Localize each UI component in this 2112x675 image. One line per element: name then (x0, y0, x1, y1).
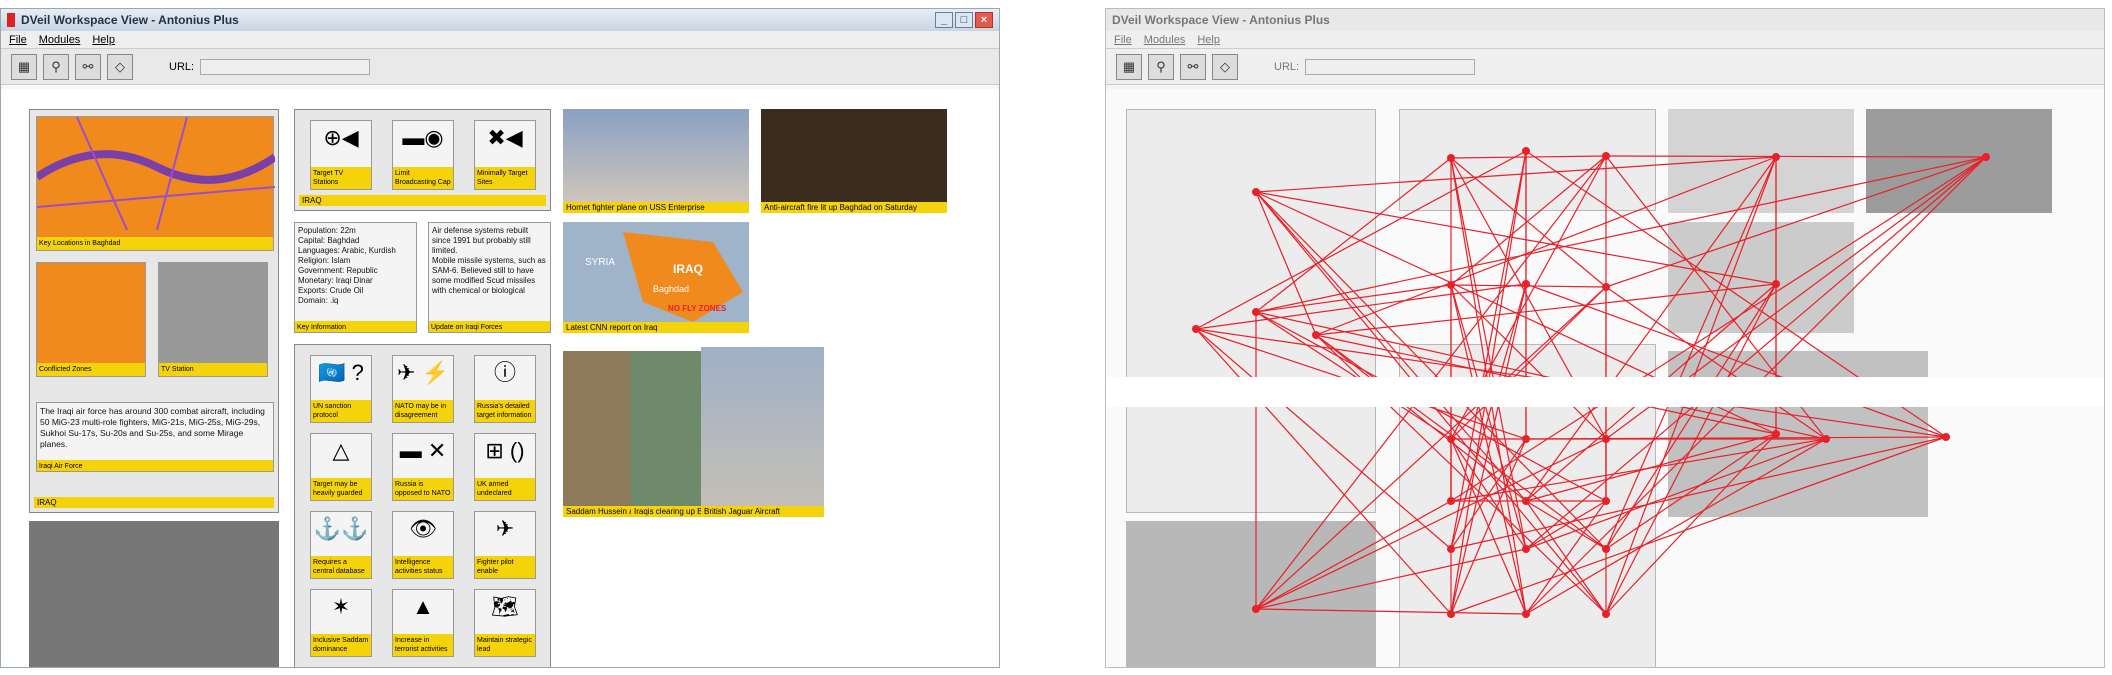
tool-eye-icon[interactable]: ◇ (107, 53, 133, 80)
grid-item-icon: △ (332, 438, 350, 463)
network-title-bar: DVeil Workspace View - Antonius Plus (1106, 9, 2104, 31)
grid-item-icon: ✈ ⚡ (397, 360, 449, 385)
baghdad-map-image (34, 116, 278, 231)
icons-panel-label: IRAQ (299, 195, 546, 206)
iraq-map-caption: Conflicted Zones (37, 363, 145, 376)
grid-item-icon: 🇺🇳 ? (318, 360, 364, 385)
maximize-button[interactable]: □ (955, 12, 973, 28)
grid-item-caption: UN sanction protocol (311, 400, 371, 422)
network-menu-bar: File Modules Help (1106, 31, 2104, 49)
url-label: URL: (169, 60, 195, 73)
grid-item-caption: Russia's detailed target information (475, 400, 535, 422)
workspace-canvas: Key Locations in Baghdad Conflicted Zone… (1, 89, 999, 667)
toolbar: ▦ ⚲ ⚯ ◇ URL: (1, 49, 999, 85)
baghdad-map[interactable]: Key Locations in Baghdad (34, 116, 278, 251)
aerial-photo[interactable] (29, 521, 279, 667)
defense-note[interactable]: Air defense systems rebuilt since 1991 b… (428, 222, 551, 333)
grid-item[interactable]: ▲ Increase in terrorist activities (392, 589, 454, 657)
grid-item-icon: ✈ (495, 516, 515, 541)
network-view-window: DVeil Workspace View - Antonius Plus Fil… (1105, 8, 2105, 668)
menu-file[interactable]: File (9, 34, 27, 46)
air-force-caption: Iraqi Air Force (37, 460, 273, 471)
tool-grid-icon[interactable]: ▦ (11, 53, 37, 80)
defense-caption: Update on Iraqi Forces (429, 321, 550, 332)
grid-item-caption: Inclusive Saddam dominance (311, 634, 371, 656)
network-window-title: DVeil Workspace View - Antonius Plus (1112, 13, 1330, 27)
icons-panel[interactable]: ⊕◀ Target TV Stations ▬◉ Limit Broadcastin… (294, 109, 551, 211)
target-icon: ⊕◀ (323, 125, 359, 150)
grid-item[interactable]: ✈ ⚡ NATO may be in disagreement (392, 355, 454, 423)
tool-unlink-icon[interactable]: ⚯ (75, 53, 101, 80)
grid-item-caption: Fighter pilot enable maneuvers (475, 556, 535, 578)
grid-item[interactable]: ▬ ✕ Russia is opposed to NATO (392, 433, 454, 501)
menu-bar: File Modules Help (1, 31, 999, 49)
tool-link-icon[interactable]: ⚲ (43, 53, 69, 80)
grid-item[interactable]: 👁 Intelligence activities status (392, 511, 454, 579)
menu-modules[interactable]: Modules (39, 34, 81, 46)
grid-item-icon: ▬ ✕ (399, 438, 447, 463)
info-caption: Key Information (295, 321, 416, 332)
grid-item[interactable]: △ Target may be heavily guarded (310, 433, 372, 501)
grid-item-icon: ⓘ (493, 360, 516, 385)
icon-item-2[interactable]: ▬◉ Limit Broadcasting Cap (392, 120, 454, 190)
fighter-photo[interactable]: Hornet fighter plane on USS Enterprise (563, 109, 749, 213)
collage-photo-2[interactable]: Iraqis clearing up B (631, 351, 701, 517)
no-fly-map-image (623, 232, 743, 322)
grid-item-caption: NATO may be in disagreement (393, 400, 453, 422)
grid-item[interactable]: ✶ Inclusive Saddam dominance (310, 589, 372, 657)
close-button[interactable]: × (975, 12, 993, 28)
no-fly-map[interactable]: SYRIA IRAQ Baghdad NO FLY ZONES Latest C… (563, 222, 749, 333)
grid-panel[interactable]: 🇺🇳 ? UN sanction protocol ✈ ⚡ NATO may be i… (294, 344, 551, 667)
collage-photo-1[interactable]: Saddam Hussein a (563, 351, 631, 517)
map-panel[interactable]: Key Locations in Baghdad Conflicted Zone… (29, 109, 279, 513)
grid-item-icon: ▲ (412, 594, 434, 619)
tools-icon: ✖◀ (487, 125, 523, 150)
grid-item-caption: Increase in terrorist activities (393, 634, 453, 656)
defense-text: Air defense systems rebuilt since 1991 b… (432, 226, 546, 295)
grid-item-icon: 👁 (409, 516, 437, 541)
grid-item-caption: Target may be heavily guarded (311, 478, 371, 500)
grid-item-caption: UK armed undeclared (475, 478, 535, 500)
tv-station-photo[interactable]: TV Station (158, 262, 268, 377)
grid-item[interactable]: ✈ Fighter pilot enable maneuvers (474, 511, 536, 579)
grid-item[interactable]: ⚓⚓ Requires a central database (310, 511, 372, 579)
grid-item-caption: Russia is opposed to NATO (393, 478, 453, 500)
info-text: Population: 22m Capital: Baghdad Languag… (298, 226, 396, 305)
url-field: URL: (169, 58, 371, 75)
grid-item-icon: ✶ (331, 594, 351, 619)
icon-item-3[interactable]: ✖◀ Minimally Target Sites (474, 120, 536, 190)
grid-item[interactable]: ⓘ Russia's detailed target information (474, 355, 536, 423)
air-force-text: The Iraqi air force has around 300 comba… (40, 406, 265, 449)
map-panel-label: IRAQ (34, 497, 274, 508)
grid-item[interactable]: ⊞ () UK armed undeclared (474, 433, 536, 501)
minimize-button[interactable]: _ (935, 12, 953, 28)
app-icon (7, 13, 15, 27)
grid-item[interactable]: 🇺🇳 ? UN sanction protocol (310, 355, 372, 423)
grid-item-caption: Requires a central database (311, 556, 371, 578)
grid-item-caption: Maintain strategic lead (475, 634, 535, 656)
flag-icon: ▬◉ (402, 125, 444, 150)
workspace-window: DVeil Workspace View - Antonius Plus _ □… (0, 8, 1000, 668)
air-force-note[interactable]: The Iraqi air force has around 300 comba… (36, 402, 274, 472)
night-photo[interactable]: Anti-aircraft fire lit up Baghdad on Sat… (761, 109, 947, 213)
grid-item[interactable]: 🗺 Maintain strategic lead (474, 589, 536, 657)
tv-station-caption: TV Station (159, 363, 267, 376)
icon-item-1[interactable]: ⊕◀ Target TV Stations (310, 120, 372, 190)
info-note[interactable]: Population: 22m Capital: Baghdad Languag… (294, 222, 417, 333)
baghdad-map-caption: Key Locations in Baghdad (37, 237, 273, 250)
jaguar-photo[interactable]: British Jaguar Aircraft (701, 347, 824, 517)
grid-item-icon: 🗺 (491, 594, 519, 619)
iraq-map[interactable]: Conflicted Zones (36, 262, 146, 377)
title-bar: DVeil Workspace View - Antonius Plus _ □… (1, 9, 999, 31)
grid-item-caption: Intelligence activities status (393, 556, 453, 578)
url-input[interactable] (200, 58, 371, 75)
grid-item-icon: ⚓⚓ (313, 516, 369, 541)
window-title: DVeil Workspace View - Antonius Plus (21, 13, 239, 27)
menu-help[interactable]: Help (92, 34, 115, 46)
network-toolbar: ▦ ⚲ ⚯ ◇ URL: (1106, 49, 2104, 85)
grid-item-icon: ⊞ () (485, 438, 525, 463)
